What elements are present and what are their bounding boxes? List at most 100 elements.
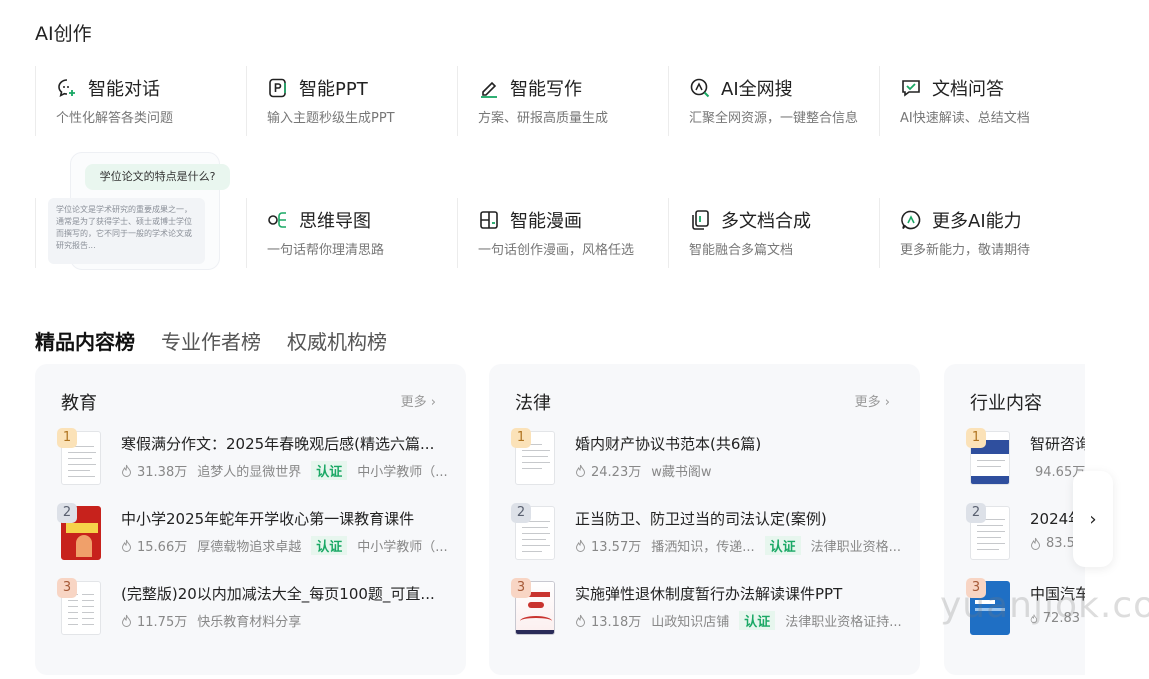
author-role: 法律职业资格证持... [785, 615, 902, 630]
item-meta: 15.66万 厚德载物追求卓越 认证 中小学教师（... [121, 536, 451, 555]
view-count: 31.38万 [137, 465, 188, 480]
author-name[interactable]: 厚德载物追求卓越 [197, 536, 301, 555]
tool-doc-qa[interactable]: 文档问答 AI快速解读、总结文档 [879, 66, 1090, 136]
rank-badge: 2 [966, 503, 986, 523]
ranking-card-education: 教育 更多 › 1 寒假满分作文：2025年春晚观后感(精选六篇... 31.3… [35, 364, 466, 675]
card-title: 行业内容 [970, 393, 1042, 414]
divider [457, 198, 458, 268]
heat-icon [121, 464, 132, 477]
rank-badge: 1 [966, 428, 986, 448]
heat-icon [121, 539, 132, 552]
tool-name: 智能对话 [88, 79, 160, 100]
divider [457, 66, 458, 136]
author-name[interactable]: 山政知识店铺 [651, 611, 729, 630]
tool-smart-ppt[interactable]: 智能PPT 输入主题秒级生成PPT [246, 66, 457, 136]
heat-icon [121, 614, 132, 627]
content-ranking-tabs: 精品内容榜 专业作者榜 权威机构榜 [35, 326, 413, 355]
tool-desc: 个性化解答各类问题 [56, 111, 174, 126]
item-title[interactable]: (完整版)20以内加减法大全_每页100题_可直... [121, 583, 451, 604]
tool-name: 文档问答 [932, 79, 1004, 100]
view-count: 83.5 [1046, 536, 1075, 551]
rank-badge: 1 [57, 428, 77, 448]
chat-demo-answer: 学位论文是学术研究的重要成果之一，通常是为了获得学士、硕士或博士学位而撰写的，它… [48, 198, 205, 264]
author-role: 法律职业资格... [810, 540, 902, 555]
card-title: 教育 [61, 393, 97, 414]
more-ai-icon [901, 210, 921, 230]
author-name[interactable]: 快乐教育材料分享 [197, 611, 301, 630]
tool-name: 智能漫画 [510, 211, 582, 232]
tool-desc: 一句话帮你理清思路 [267, 243, 385, 258]
section-title: AI创作 [35, 23, 92, 45]
chevron-right-icon: › [1089, 508, 1097, 530]
tool-desc: 智能融合多篇文档 [689, 243, 794, 258]
verified-badge: 认证 [739, 611, 776, 630]
mindmap-icon [268, 212, 286, 228]
tool-more-ai[interactable]: 更多AI能力 更多新能力，敬请期待 [879, 198, 1090, 268]
chat-demo-question: 学位论文的特点是什么? [85, 164, 230, 190]
more-link[interactable]: 更多 › [855, 391, 890, 410]
divider [35, 198, 36, 268]
divider [246, 198, 247, 268]
tool-multi-doc[interactable]: 多文档合成 智能融合多篇文档 [668, 198, 879, 268]
list-item[interactable]: 3 实施弹性退休制度暂行办法解读课件PPT 13.18万 山政知识店铺 认证 法… [511, 578, 905, 637]
tool-mind-map[interactable]: 思维导图 一句话帮你理清思路 [246, 198, 457, 268]
rank-badge: 2 [57, 503, 77, 523]
tool-ai-web-search[interactable]: AI全网搜 汇聚全网资源，一键整合信息 [668, 66, 879, 136]
divider [668, 66, 669, 136]
list-item[interactable]: 2 2024年 83.5 [966, 503, 1085, 562]
rank-badge: 1 [511, 428, 531, 448]
tool-desc: 输入主题秒级生成PPT [267, 111, 395, 126]
divider [35, 66, 36, 136]
verified-badge: 认证 [311, 461, 348, 480]
heat-icon [1030, 537, 1041, 550]
doc-qa-icon [902, 80, 920, 97]
tool-desc: 一句话创作漫画，风格任选 [478, 243, 635, 258]
rank-badge: 3 [511, 578, 531, 598]
tool-desc: 更多新能力，敬请期待 [900, 243, 1031, 258]
tool-desc: AI快速解读、总结文档 [900, 111, 1030, 126]
chat-demo-illustration: 学位论文的特点是什么? 学位论文是学术研究的重要成果之一，通常是为了获得学士、硕… [40, 144, 240, 270]
list-item[interactable]: 3 (完整版)20以内加减法大全_每页100题_可直... 11.75万 快乐教… [57, 578, 451, 637]
tool-smart-comic[interactable]: 智能漫画 一句话创作漫画，风格任选 [457, 198, 668, 268]
carousel-next-button[interactable]: › [1073, 471, 1113, 567]
tool-name: 智能写作 [510, 79, 582, 100]
tool-desc: 汇聚全网资源，一键整合信息 [689, 111, 859, 126]
author-name[interactable]: 追梦人的显微世界 [197, 461, 301, 480]
item-title[interactable]: 智研咨询 [1030, 433, 1085, 454]
view-count: 24.23万 [591, 465, 642, 480]
item-title[interactable]: 寒假满分作文：2025年春晚观后感(精选六篇... [121, 433, 451, 454]
tab-authority-orgs[interactable]: 权威机构榜 [287, 326, 387, 355]
tab-premium-content[interactable]: 精品内容榜 [35, 326, 135, 355]
comic-icon [480, 211, 498, 229]
tool-smart-writing[interactable]: 智能写作 方案、研报高质量生成 [457, 66, 668, 136]
tool-smart-chat[interactable]: 智能对话 个性化解答各类问题 [35, 66, 246, 136]
view-count: 13.57万 [591, 540, 642, 555]
author-role: 中小学教师（... [357, 465, 448, 480]
view-count: 15.66万 [137, 540, 188, 555]
list-item[interactable]: 2 中小学2025年蛇年开学收心第一课教育课件 15.66万 厚德载物追求卓越 … [57, 503, 451, 562]
ranking-card-industry: 行业内容 1 智研咨询 94.65万 2 2024年 83.5 3 中国汽车 7… [944, 364, 1085, 675]
author-name[interactable]: 播洒知识，传递... [651, 536, 754, 555]
item-title[interactable]: 正当防卫、防卫过当的司法认定(案例) [575, 508, 905, 529]
tool-desc: 方案、研报高质量生成 [478, 111, 609, 126]
tool-name: 更多AI能力 [932, 211, 1022, 232]
pen-icon [481, 81, 497, 98]
list-item[interactable]: 1 寒假满分作文：2025年春晚观后感(精选六篇... 31.38万 追梦人的显… [57, 428, 451, 487]
divider [879, 198, 880, 268]
author-name[interactable]: w藏书阁w [651, 461, 711, 480]
heat-icon [575, 614, 586, 627]
web-search-icon [690, 78, 710, 98]
tool-name: 多文档合成 [721, 211, 811, 232]
heat-icon [575, 464, 586, 477]
tab-pro-authors[interactable]: 专业作者榜 [161, 326, 261, 355]
list-item[interactable]: 1 婚内财产协议书范本(共6篇) 24.23万 w藏书阁w [511, 428, 905, 487]
item-title[interactable]: 实施弹性退休制度暂行办法解读课件PPT [575, 583, 905, 604]
divider [879, 66, 880, 136]
more-link[interactable]: 更多 › [401, 391, 436, 410]
item-title[interactable]: 婚内财产协议书范本(共6篇) [575, 433, 905, 454]
list-item[interactable]: 1 智研咨询 94.65万 [966, 428, 1085, 487]
list-item[interactable]: 2 正当防卫、防卫过当的司法认定(案例) 13.57万 播洒知识，传递... 认… [511, 503, 905, 562]
item-title[interactable]: 中小学2025年蛇年开学收心第一课教育课件 [121, 508, 451, 529]
divider [246, 66, 247, 136]
heat-icon [575, 539, 586, 552]
